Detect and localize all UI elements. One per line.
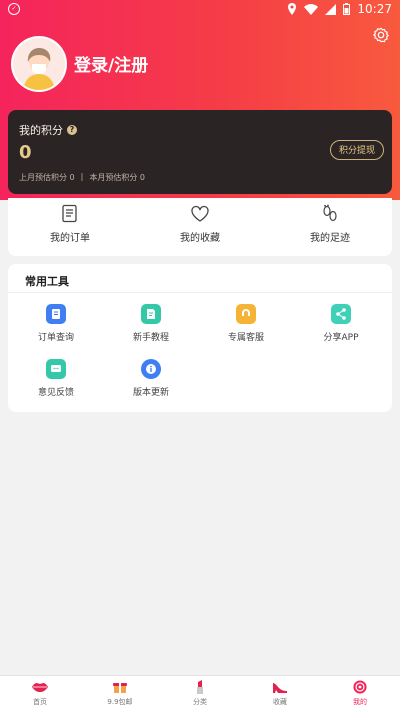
- tab-category[interactable]: 分类: [170, 680, 230, 707]
- wifi-icon: [304, 3, 319, 15]
- tool-customer-service[interactable]: 专属客服: [209, 304, 283, 343]
- help-icon[interactable]: ?: [67, 125, 77, 135]
- share-icon: [331, 304, 351, 324]
- lipstick-icon: [197, 680, 203, 694]
- tab-9-9-free-shipping[interactable]: 9.9包邮: [90, 680, 150, 707]
- gift-icon: [113, 683, 127, 693]
- last-month-points: 上月预估积分 0: [19, 172, 75, 183]
- avatar[interactable]: [11, 36, 67, 92]
- tool-label: 订单查询: [37, 333, 74, 343]
- tool-feedback[interactable]: 意见反馈: [19, 359, 93, 398]
- tool-label: 新手教程: [132, 333, 169, 343]
- tab-label: 我的: [353, 698, 367, 706]
- feedback-icon: [46, 359, 66, 379]
- tool-label: 分享APP: [323, 333, 359, 343]
- tool-label: 版本更新: [132, 388, 169, 398]
- divider: [8, 292, 392, 293]
- tab-label: 收藏: [273, 698, 287, 706]
- stats-divider: |: [80, 172, 84, 181]
- tool-label: 专属客服: [227, 333, 264, 343]
- tab-label: 9.9包邮: [107, 698, 133, 706]
- tab-home[interactable]: 首页: [10, 680, 70, 707]
- points-title: 我的积分: [19, 124, 63, 137]
- tool-label: 意见反馈: [37, 388, 74, 398]
- default-avatar-icon: [13, 38, 65, 90]
- battery-icon: [343, 3, 351, 15]
- this-month-label: 本月预估积分: [89, 173, 138, 182]
- this-month-value: 0: [139, 173, 145, 182]
- clock: 10:27: [357, 2, 392, 16]
- footprint-icon: [323, 204, 337, 222]
- shortcut-my-footprints[interactable]: 我的足迹: [290, 204, 370, 244]
- shortcut-my-favorites[interactable]: 我的收藏: [160, 204, 240, 244]
- tool-order-search[interactable]: 订单查询: [19, 304, 93, 343]
- last-month-value: 0: [69, 173, 75, 182]
- login-register-link[interactable]: 登录/注册: [74, 51, 148, 76]
- notification-icon: ✓: [8, 3, 20, 15]
- lips-icon: [32, 683, 48, 692]
- location-icon: [288, 3, 297, 15]
- bottom-tab-bar: 首页 9.9包邮 分类 收藏 我的: [0, 675, 400, 712]
- heel-icon: [273, 683, 287, 693]
- tab-label: 首页: [33, 698, 47, 706]
- tab-favorites[interactable]: 收藏: [250, 680, 310, 707]
- shortcuts-panel: 我的订单 我的收藏 我的足迹: [8, 198, 392, 256]
- info-icon: [141, 359, 161, 379]
- order-search-icon: [46, 304, 66, 324]
- points-value: 0: [19, 142, 32, 163]
- heart-icon: [191, 205, 209, 222]
- shortcut-my-orders[interactable]: 我的订单: [30, 204, 110, 244]
- order-icon: [62, 204, 77, 223]
- points-card: 我的积分 ? 0 积分提现 上月预估积分 0 | 本月预估积分 0: [8, 110, 392, 194]
- this-month-points: 本月预估积分 0: [89, 172, 145, 183]
- common-tools-panel: 常用工具 订单查询 新手教程 专属客服 分享APP 意见反馈 版本更新: [8, 264, 392, 412]
- tab-label: 分类: [193, 698, 207, 706]
- status-bar: ✓ 10:27: [0, 0, 400, 20]
- shortcut-label: 我的订单: [50, 233, 90, 244]
- shortcut-label: 我的足迹: [310, 233, 350, 244]
- tool-share-app[interactable]: 分享APP: [304, 304, 378, 343]
- profile-icon: [353, 680, 367, 694]
- tools-title: 常用工具: [25, 275, 69, 288]
- tool-version-update[interactable]: 版本更新: [114, 359, 188, 398]
- settings-gear-icon[interactable]: [372, 26, 390, 44]
- tutorial-icon: [141, 304, 161, 324]
- last-month-label: 上月预估积分: [19, 173, 67, 182]
- service-icon: [236, 304, 256, 324]
- tool-tutorial[interactable]: 新手教程: [114, 304, 188, 343]
- signal-icon: [325, 3, 337, 15]
- shortcut-label: 我的收藏: [180, 233, 220, 244]
- withdraw-points-button[interactable]: 积分提现: [330, 140, 384, 160]
- tab-mine[interactable]: 我的: [330, 680, 390, 707]
